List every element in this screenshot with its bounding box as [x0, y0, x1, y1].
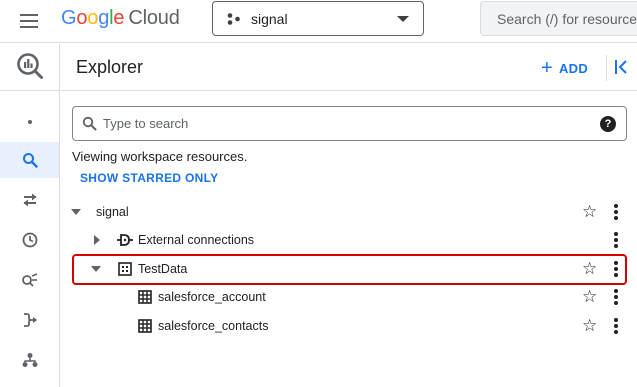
collapse-panel-icon[interactable] — [612, 57, 632, 77]
more-options-icon[interactable] — [609, 204, 623, 220]
header-divider — [606, 55, 607, 81]
explorer-title: Explorer — [76, 57, 144, 77]
caret-down-icon[interactable] — [71, 209, 81, 215]
more-options-icon[interactable] — [609, 289, 623, 305]
project-selector[interactable]: signal — [212, 1, 424, 36]
explorer-search-input[interactable] — [103, 107, 583, 140]
star-icon[interactable]: ☆ — [582, 317, 597, 334]
rail-divider — [0, 90, 59, 91]
dot-icon[interactable] — [0, 104, 59, 140]
viewing-resources-text: Viewing workspace resources. — [72, 149, 248, 164]
tree-node-label: salesforce_account — [158, 290, 266, 304]
more-options-icon[interactable] — [609, 318, 623, 334]
tree-node-label: External connections — [138, 233, 255, 247]
chevron-down-icon — [397, 16, 409, 22]
caret-right-icon[interactable] — [94, 235, 100, 245]
tree-node-external-connections[interactable]: External connections — [61, 226, 637, 254]
search-icon — [82, 116, 97, 131]
explorer-search-field[interactable]: ? — [72, 106, 627, 141]
external-connection-icon — [117, 234, 133, 246]
help-icon[interactable]: ? — [600, 116, 616, 132]
analytics-icon[interactable] — [0, 262, 59, 298]
selected-row-highlight — [72, 254, 627, 285]
pipeline-icon[interactable] — [0, 302, 59, 338]
project-icon — [227, 13, 240, 25]
tree-node-table[interactable]: salesforce_contacts ☆ — [61, 312, 637, 340]
dataform-icon[interactable] — [0, 342, 59, 378]
left-nav-rail — [0, 44, 60, 387]
tree-node-table[interactable]: salesforce_account ☆ — [61, 283, 637, 311]
google-cloud-logo[interactable]: Google Cloud — [61, 7, 180, 30]
star-icon[interactable]: ☆ — [582, 288, 597, 305]
main-menu-icon[interactable] — [18, 10, 40, 32]
global-search-input[interactable]: Search (/) for resources — [480, 1, 637, 36]
project-name: signal — [251, 11, 288, 27]
explorer-header: Explorer + ADD — [61, 44, 637, 91]
tree-node-label: salesforce_contacts — [158, 319, 269, 333]
add-button[interactable]: + ADD — [541, 58, 588, 78]
more-options-icon[interactable] — [609, 232, 623, 248]
history-icon[interactable] — [0, 222, 59, 258]
search-nav-icon[interactable] — [0, 142, 59, 178]
global-search-placeholder: Search (/) for resources — [497, 11, 637, 27]
top-bar: Google Cloud signal Search (/) for resour… — [0, 0, 637, 43]
tree-node-label: signal — [96, 205, 129, 219]
transfer-icon[interactable] — [0, 182, 59, 218]
tree-node-project[interactable]: signal ☆ — [61, 198, 637, 226]
show-starred-only-link[interactable]: SHOW STARRED ONLY — [80, 171, 218, 185]
plus-icon: + — [541, 57, 553, 79]
table-icon — [138, 290, 152, 304]
add-button-label: ADD — [558, 60, 589, 76]
bigquery-logo-icon[interactable] — [0, 48, 59, 84]
star-icon[interactable]: ☆ — [582, 203, 597, 220]
table-icon — [138, 319, 152, 333]
